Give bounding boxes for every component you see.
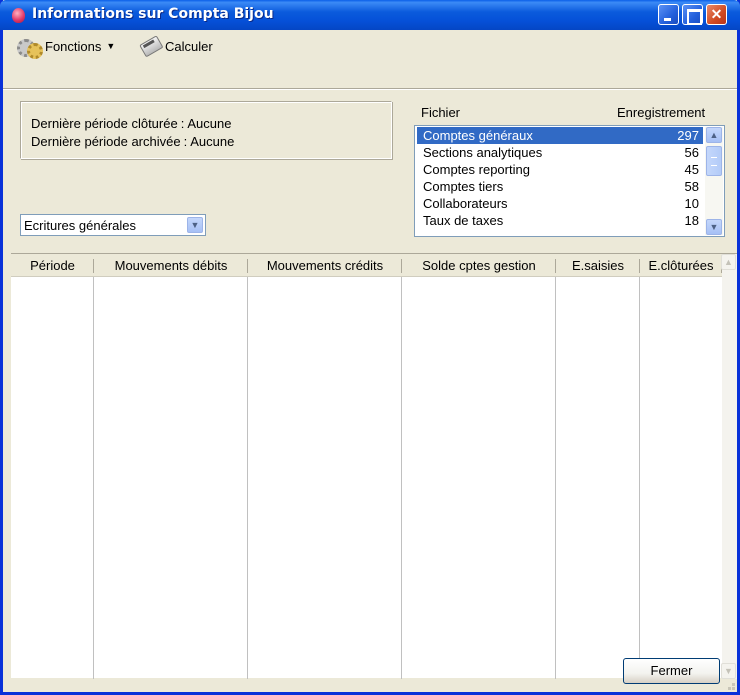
file-name: Comptes généraux <box>423 128 533 143</box>
calculer-label: Calculer <box>165 38 213 54</box>
record-count: 58 <box>684 179 699 194</box>
table-scrollbar[interactable]: ▲ ▼ <box>721 254 737 679</box>
file-records-list[interactable]: Comptes généraux 297 Sections analytiques… <box>414 125 725 237</box>
journal-type-value: Ecritures générales <box>24 218 136 233</box>
maximize-icon <box>683 5 702 25</box>
toolbar: Fonctions ▼ Calculer <box>3 30 737 60</box>
dropdown-caret-icon: ▼ <box>106 41 116 51</box>
journal-type-select[interactable]: Ecritures générales ▼ <box>20 214 206 236</box>
file-name: Taux de taxes <box>423 213 504 228</box>
separator: : <box>180 116 185 131</box>
scroll-up-icon[interactable]: ▲ <box>721 254 736 270</box>
col-header-mouvements-credits[interactable]: Mouvements crédits <box>248 254 402 277</box>
app-icon <box>12 8 25 23</box>
col-header-e-saisies[interactable]: E.saisies <box>556 254 640 277</box>
record-count: 18 <box>684 213 699 228</box>
col-header-solde-cptes-gestion[interactable]: Solde cptes gestion <box>402 254 556 277</box>
record-count: 45 <box>684 162 699 177</box>
file-name: Comptes tiers <box>423 179 504 194</box>
chevron-down-icon[interactable]: ▼ <box>187 217 203 233</box>
fonctions-menu-button[interactable]: Fonctions ▼ <box>15 36 116 59</box>
column-divider <box>639 277 640 679</box>
last-archived-period: Dernière période archivée: Aucune <box>31 134 234 149</box>
column-divider <box>93 277 94 679</box>
column-divider <box>247 277 248 679</box>
record-count: 56 <box>684 145 699 160</box>
close-window-button[interactable]: ✕ <box>706 4 727 25</box>
list-item[interactable]: Comptes tiers 58 <box>417 178 703 195</box>
file-name: Sections analytiques <box>423 145 543 160</box>
last-closed-value: Aucune <box>187 116 232 131</box>
last-archived-value: Aucune <box>190 134 235 149</box>
table-header: Période Mouvements débits Mouvements cré… <box>11 254 737 277</box>
record-count-column-header: Enregistrement <box>617 105 706 120</box>
record-count: 297 <box>677 128 699 143</box>
window-title: Informations sur Compta Bijou <box>32 6 274 22</box>
last-closed-period: Dernière période clôturée: Aucune <box>31 116 231 131</box>
record-count: 10 <box>684 196 699 211</box>
last-closed-label: Dernière période clôturée <box>31 116 178 131</box>
toolbar-divider-highlight <box>3 89 737 90</box>
scroll-down-icon[interactable]: ▼ <box>706 219 722 235</box>
list-item[interactable]: Sections analytiques 56 <box>417 144 703 161</box>
title-bar[interactable]: Informations sur Compta Bijou ✕ <box>0 0 740 30</box>
col-header-periode[interactable]: Période <box>11 254 94 277</box>
list-item[interactable]: Taux de taxes 18 <box>417 212 703 229</box>
app-window: Informations sur Compta Bijou ✕ Fonction… <box>0 0 740 695</box>
separator: : <box>183 134 188 149</box>
file-name: Comptes reporting <box>423 162 530 177</box>
col-header-mouvements-debits[interactable]: Mouvements débits <box>94 254 248 277</box>
scroll-up-icon[interactable]: ▲ <box>706 127 722 143</box>
fonctions-label: Fonctions <box>45 38 102 54</box>
minimize-icon <box>659 5 678 24</box>
file-column-header: Fichier <box>421 105 461 120</box>
close-icon: ✕ <box>710 6 723 22</box>
periods-table[interactable]: Période Mouvements débits Mouvements cré… <box>11 253 737 679</box>
last-archived-label: Dernière période archivée <box>31 134 181 149</box>
minimize-button[interactable] <box>658 4 679 25</box>
calculer-button[interactable]: Calculer <box>139 36 213 56</box>
list-item[interactable]: Comptes reporting 45 <box>417 161 703 178</box>
file-name: Collaborateurs <box>423 196 508 211</box>
calculator-icon <box>136 33 164 60</box>
column-divider <box>555 277 556 679</box>
scroll-thumb[interactable] <box>706 146 722 176</box>
scroll-down-icon[interactable]: ▼ <box>721 663 736 679</box>
period-info-panel: Dernière période clôturée: Aucune Dernièr… <box>20 101 392 159</box>
file-list-scrollbar[interactable]: ▲ ▼ <box>705 127 723 235</box>
gears-icon <box>15 37 43 59</box>
maximize-button[interactable] <box>682 4 703 25</box>
list-item[interactable]: Comptes généraux 297 <box>417 127 703 144</box>
resize-grip-icon[interactable] <box>723 678 735 690</box>
column-divider <box>401 277 402 679</box>
list-item[interactable]: Collaborateurs 10 <box>417 195 703 212</box>
fermer-button[interactable]: Fermer <box>623 658 720 684</box>
col-header-e-cloturees[interactable]: E.clôturées <box>640 254 722 277</box>
